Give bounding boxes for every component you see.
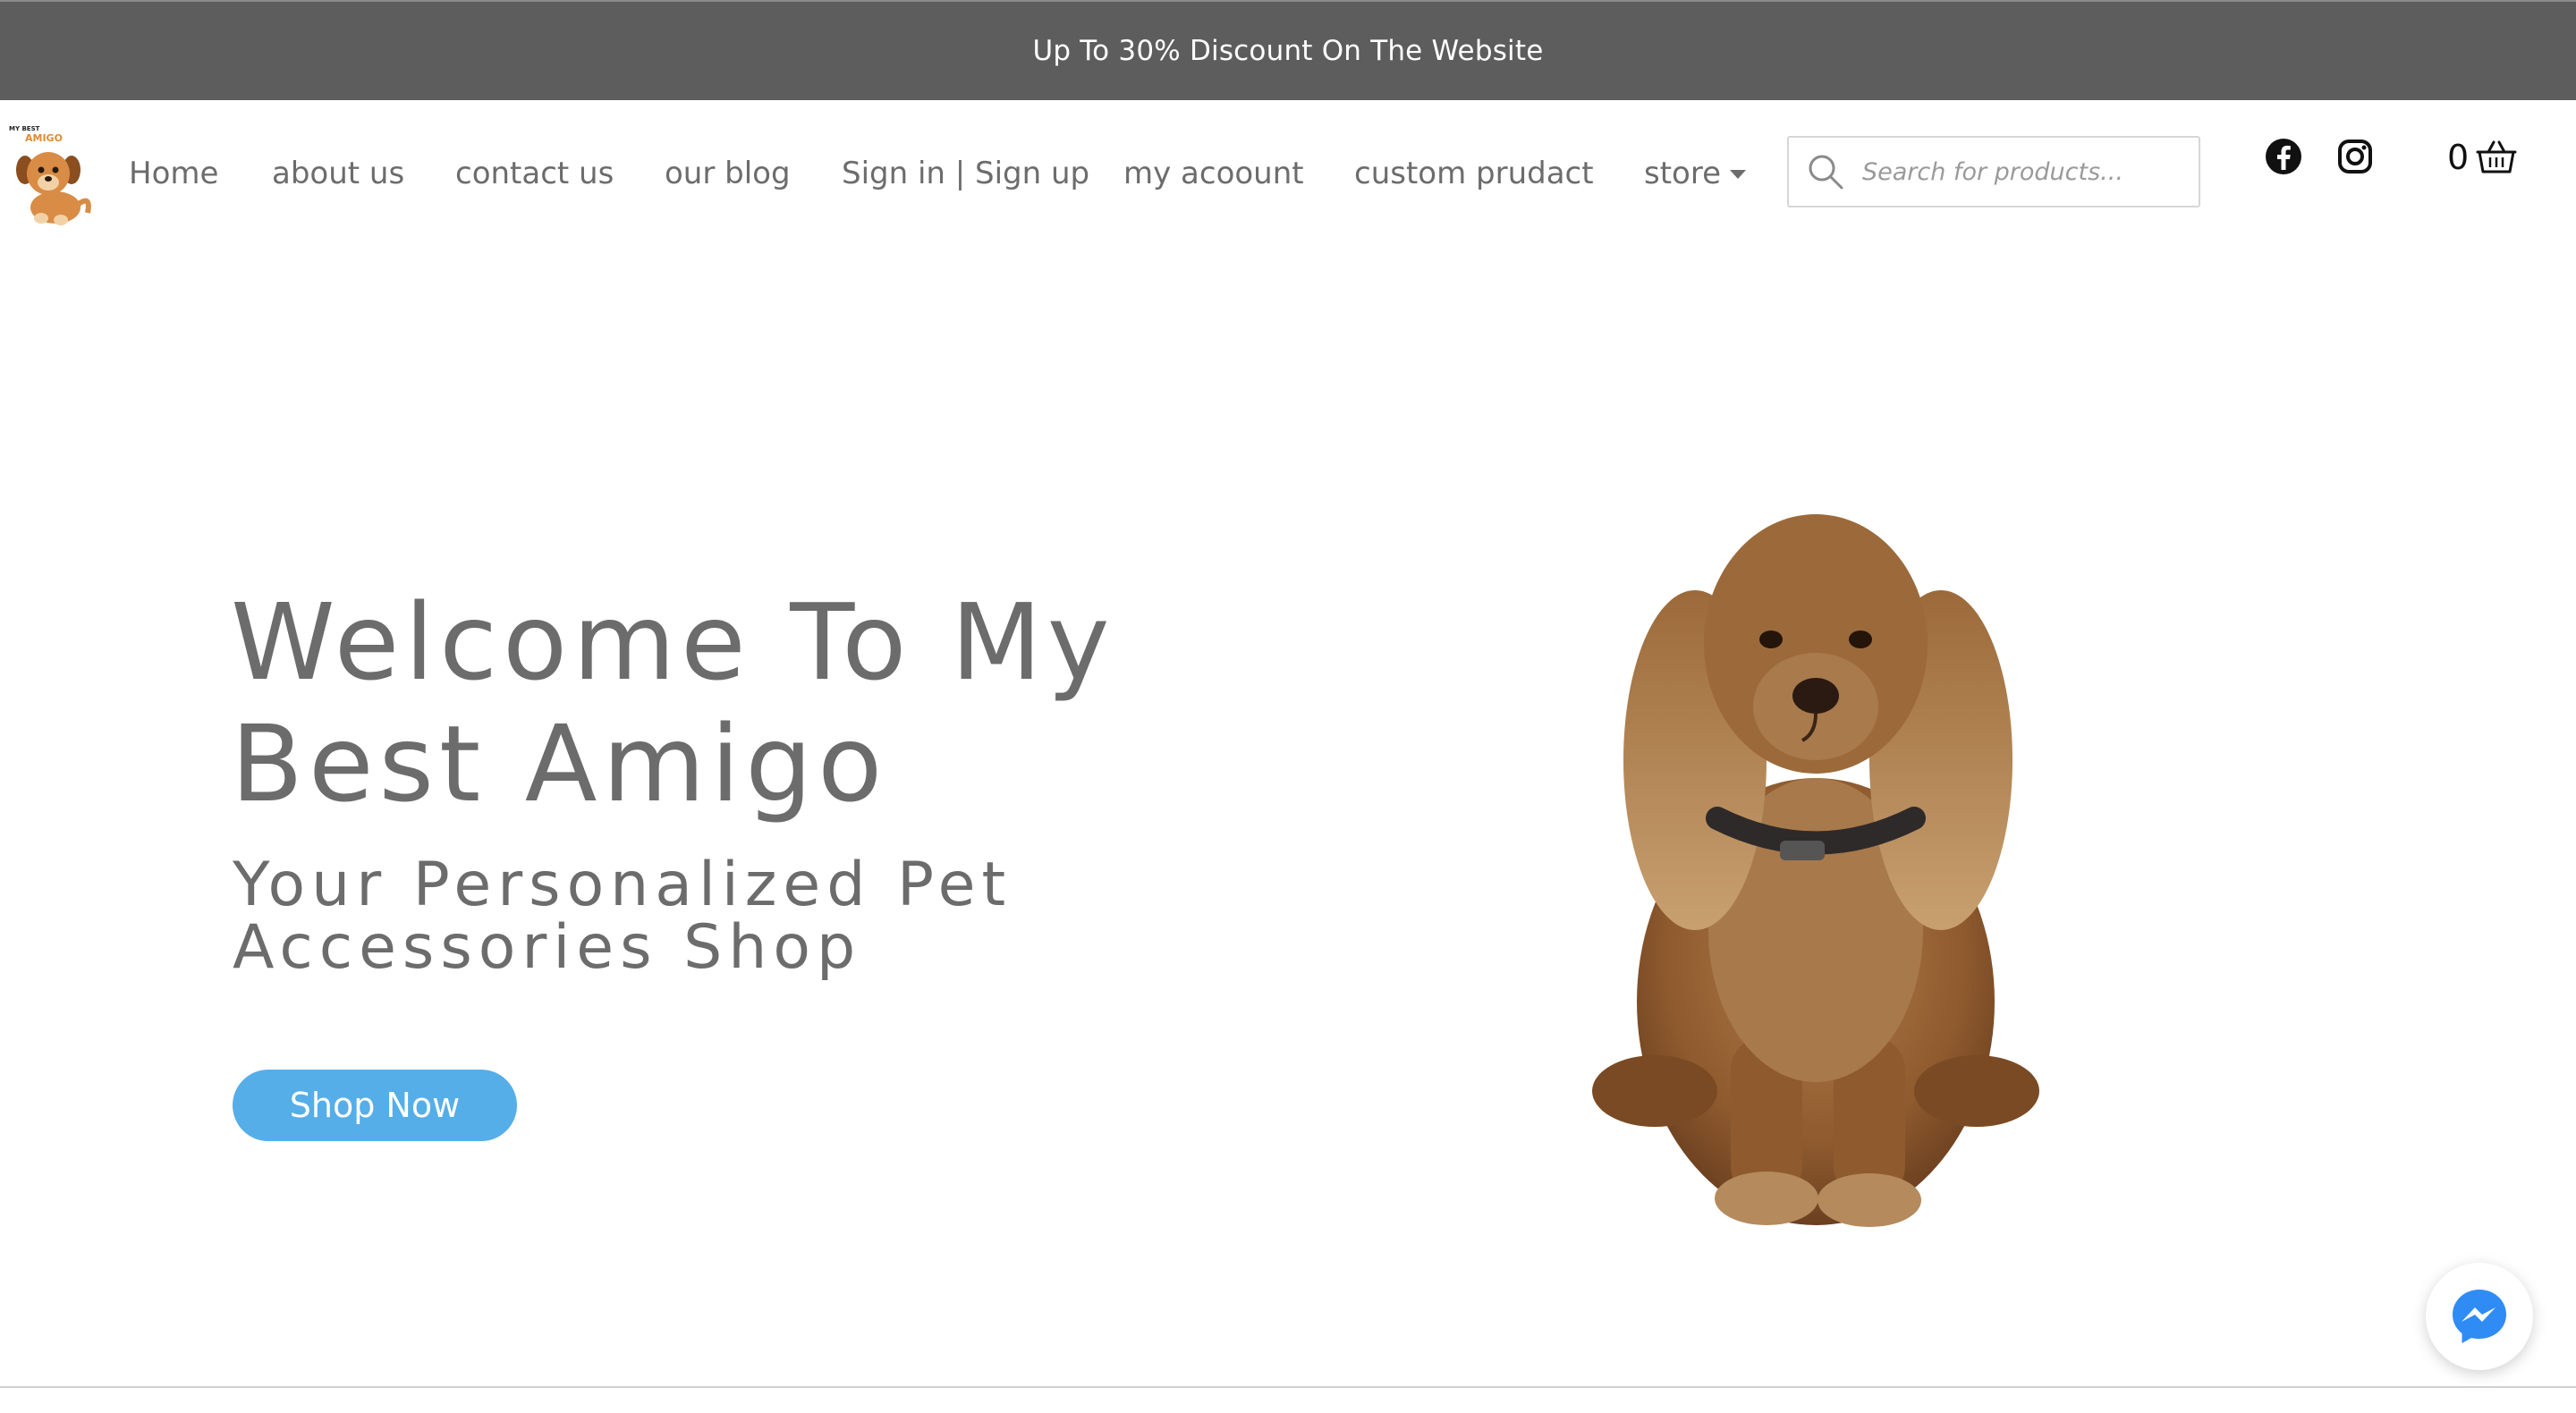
hero-subtitle: Your Personalized Pet Accessories Shop [233, 850, 1013, 983]
nav-store-dropdown[interactable]: store [1644, 154, 1746, 193]
nav-about-us[interactable]: about us [272, 154, 404, 193]
search-icon[interactable] [1789, 138, 1862, 206]
basket-icon [2476, 140, 2517, 173]
hero-title: Welcome To My Best Amigo [231, 580, 1115, 825]
site-logo[interactable]: MY BEST AMIGO [5, 118, 95, 231]
nav-our-blog[interactable]: our blog [665, 154, 791, 193]
page-divider [0, 1386, 2576, 1388]
svg-text:AMIGO: AMIGO [25, 132, 63, 144]
promo-bar: Up To 30% Discount On The Website [0, 0, 2576, 100]
messenger-icon [2453, 1290, 2506, 1343]
instagram-icon[interactable] [2334, 136, 2376, 177]
product-search [1787, 136, 2200, 207]
promo-text: Up To 30% Discount On The Website [1032, 35, 1544, 67]
nav-home[interactable]: Home [129, 154, 218, 193]
search-input[interactable] [1862, 157, 2184, 186]
nav-my-account[interactable]: my acoount [1123, 154, 1304, 193]
dog-logo-icon: MY BEST AMIGO [9, 125, 91, 225]
cart-button[interactable]: 0 [2447, 138, 2517, 177]
facebook-icon[interactable] [2263, 136, 2304, 177]
nav-custom-product[interactable]: custom prudact [1354, 154, 1594, 193]
site-header: MY BEST AMIGO Home about us contact us o… [0, 100, 2576, 243]
svg-text:MY BEST: MY BEST [9, 125, 40, 132]
hero-dog-image [1547, 465, 2084, 1252]
shop-now-button[interactable]: Shop Now [233, 1070, 517, 1141]
messenger-chat-button[interactable] [2426, 1263, 2533, 1370]
nav-contact-us[interactable]: contact us [455, 154, 614, 193]
caret-down-icon [1730, 170, 1746, 179]
nav-store-label: store [1644, 156, 1721, 191]
cart-count: 0 [2447, 138, 2470, 177]
nav-sign-in-sign-up[interactable]: Sign in | Sign up [842, 154, 1089, 193]
